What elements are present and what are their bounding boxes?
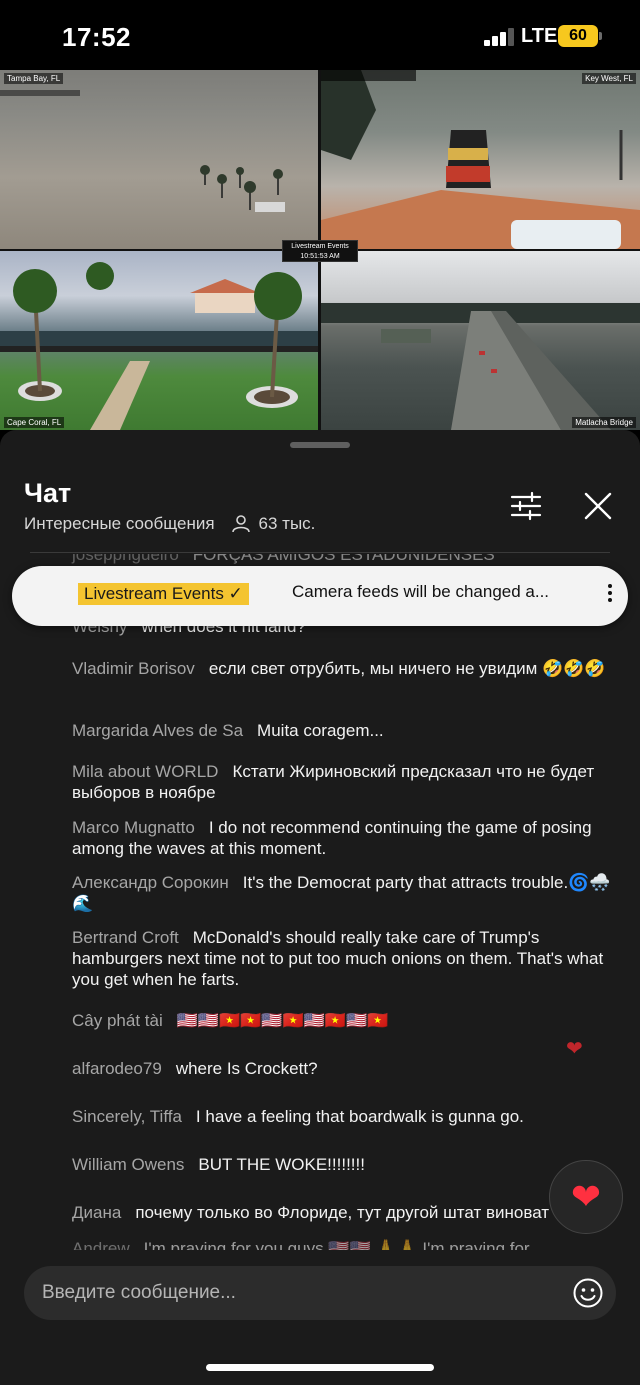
message-text: почему только во Флориде, тут другой шта… — [135, 1203, 550, 1222]
message-author: Cây phát tài — [72, 1011, 163, 1030]
camera-feed-tampa[interactable]: Tampa Bay, FL — [0, 70, 318, 249]
chat-message: Marco Mugnatto I do not recommend continu… — [72, 817, 617, 859]
chat-subtitle[interactable]: Интересные сообщения 63 тыс. — [24, 514, 315, 534]
chat-message: William Owens BUT THE WOKE!!!!!!!! — [72, 1154, 617, 1175]
message-author: Marco Mugnatto — [72, 818, 195, 837]
message-author: Александр Сорокин — [72, 873, 229, 892]
chat-message: Margarida Alves de Sa Muita coragem... — [72, 720, 617, 741]
stream-overlay-title: Livestream Events — [291, 243, 349, 250]
camera-feed-cape-coral[interactable]: Cape Coral, FL — [0, 251, 318, 430]
heart-icon: ❤ — [570, 1176, 602, 1217]
camera-label: Matlacha Bridge — [572, 417, 636, 428]
message-author: William Owens — [72, 1155, 185, 1174]
message-author: Margarida Alves de Sa — [72, 721, 244, 740]
pinned-message[interactable]: Livestream Events ✓ Camera feeds will be… — [12, 566, 628, 626]
video-player[interactable]: Tampa Bay, FL Key West, FL Cape Coral, F… — [0, 70, 640, 430]
pinned-text: Camera feeds will be changed a... — [292, 582, 550, 601]
message-input[interactable] — [42, 1266, 562, 1320]
message-author: Диана — [72, 1203, 122, 1222]
camera-label: Key West, FL — [582, 73, 636, 84]
message-text: I have a feeling that boardwalk is gunna… — [195, 1107, 524, 1126]
message-text: Muita coragem... — [257, 721, 384, 740]
pinned-author-badge: Livestream Events ✓ — [78, 583, 249, 605]
camera-info-bar — [321, 70, 416, 81]
chat-message: Cây phát tài 🇺🇸🇺🇸🇻🇳🇻🇳🇺🇸🇻🇳🇺🇸🇻🇳🇺🇸🇻🇳 — [72, 1010, 617, 1031]
message-author: Mila about WORLD — [72, 762, 219, 781]
floating-heart-icon: ❤ — [566, 1038, 583, 1060]
chat-panel: Чат Интересные сообщения 63 тыс. joseppr… — [0, 430, 640, 1385]
chat-title: Чат — [24, 478, 72, 508]
battery-icon: 60 — [558, 25, 602, 47]
message-author: Andrew — [72, 1239, 130, 1250]
signal-icon — [484, 28, 516, 46]
message-text: FORÇAS AMIGOS ESTADUNIDENSES — [192, 554, 495, 564]
chat-message: Александр Сорокин It's the Democrat party… — [72, 872, 617, 914]
camera-feed-matlacha[interactable]: Matlacha Bridge — [321, 251, 640, 430]
viewer-count: 63 тыс. — [258, 514, 316, 533]
message-text: I'm praying for you guys 🇺🇸🇺🇸 🙏🙏 I'm pra… — [143, 1239, 530, 1250]
stream-overlay-time: 10:51:53 AM — [300, 253, 340, 260]
message-author: Sincerely, Tiffa — [72, 1107, 182, 1126]
divider — [30, 552, 610, 553]
status-time: 17:52 — [62, 22, 131, 52]
message-text: BUT THE WOKE!!!!!!!! — [198, 1155, 365, 1174]
sliders-icon[interactable] — [508, 488, 544, 524]
chat-filter-label[interactable]: Интересные сообщения — [24, 514, 215, 534]
camera-label: Cape Coral, FL — [4, 417, 65, 428]
camera-label: Tampa Bay, FL — [4, 73, 64, 84]
message-author: Bertrand Croft — [72, 928, 179, 947]
chat-message: josepprigueiro FORÇAS AMIGOS ESTADUNIDENS… — [72, 554, 617, 565]
chat-message-list[interactable]: josepprigueiro FORÇAS AMIGOS ESTADUNIDENS… — [0, 554, 640, 1250]
chat-message: alfarodeo79 where Is Crockett? — [72, 1058, 617, 1079]
emoji-icon[interactable] — [572, 1277, 604, 1309]
camera-feed-key-west[interactable]: Key West, FL — [321, 70, 640, 249]
heart-reaction-button[interactable]: ❤ — [549, 1160, 623, 1234]
message-author: Vladimir Borisov — [72, 659, 195, 678]
message-text: where Is Crockett? — [175, 1059, 318, 1078]
chat-message: Sincerely, Tiffa I have a feeling that bo… — [72, 1106, 617, 1127]
chat-message: Диана почему только во Флориде, тут друго… — [72, 1202, 617, 1223]
network-label: LTE — [521, 25, 558, 47]
chat-message: Vladimir Borisov если свет отрубить, мы н… — [72, 658, 617, 679]
home-indicator[interactable] — [206, 1364, 434, 1371]
message-text: если свет отрубить, мы ничего не увидим … — [208, 659, 606, 678]
drag-handle[interactable] — [290, 442, 350, 448]
stream-timestamp: Livestream Events 10:51:53 AM — [282, 240, 358, 262]
person-icon — [231, 515, 250, 533]
chat-message: Andrew I'm praying for you guys 🇺🇸🇺🇸 🙏🙏 I… — [72, 1238, 617, 1250]
status-bar: 17:52 LTE 60 — [0, 0, 640, 70]
chat-message: Bertrand Croft McDonald's should really t… — [72, 927, 617, 990]
chat-message: Mila about WORLD Кстати Жириновский предс… — [72, 761, 617, 803]
message-input-bar — [24, 1266, 616, 1320]
message-text: 🇺🇸🇺🇸🇻🇳🇻🇳🇺🇸🇻🇳🇺🇸🇻🇳🇺🇸🇻🇳 — [176, 1011, 389, 1030]
close-icon[interactable] — [580, 488, 616, 524]
message-author: alfarodeo79 — [72, 1059, 162, 1078]
message-author: josepprigueiro — [72, 554, 179, 564]
more-options-icon[interactable] — [596, 581, 624, 611]
